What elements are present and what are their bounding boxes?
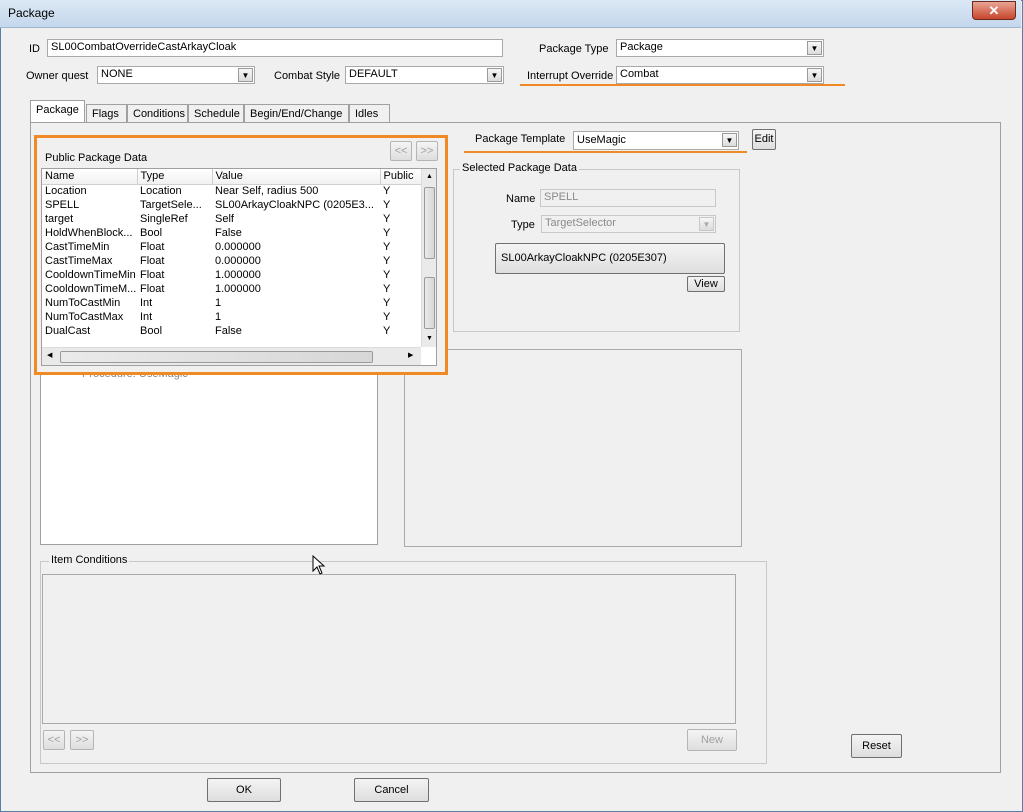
new-condition-button[interactable]: New	[687, 729, 737, 751]
chevron-down-icon: ▼	[807, 68, 822, 82]
cancel-button[interactable]: Cancel	[354, 778, 429, 802]
chevron-down-icon: ▼	[699, 217, 714, 231]
item-conditions-next-button[interactable]: >>	[70, 730, 94, 750]
interrupt-override-highlight	[520, 84, 845, 86]
selected-package-data-title: Selected Package Data	[460, 162, 579, 174]
chevron-down-icon: ▼	[487, 68, 502, 82]
owner-quest-value: NONE	[101, 68, 133, 80]
chevron-down-icon: ▼	[238, 68, 253, 82]
owner-quest-select[interactable]: NONE ▼	[97, 66, 255, 84]
tab-flags[interactable]: Flags	[86, 104, 127, 124]
view-button[interactable]: View	[687, 276, 725, 292]
combat-style-select[interactable]: DEFAULT ▼	[345, 66, 504, 84]
selected-name-label: Name	[506, 193, 536, 205]
tab-package[interactable]: Package	[30, 100, 85, 123]
tab-begin-end-change[interactable]: Begin/End/Change	[244, 104, 349, 124]
item-conditions-title: Item Conditions	[49, 554, 130, 566]
chevron-down-icon: ▼	[722, 133, 737, 147]
selected-name-field[interactable]: SPELL	[540, 189, 716, 207]
public-data-highlight	[34, 135, 448, 375]
id-field[interactable]: SL00CombatOverrideCastArkayCloak	[47, 39, 503, 57]
owner-quest-label: Owner quest	[26, 70, 89, 82]
mouse-cursor-icon	[312, 555, 326, 575]
interrupt-override-value: Combat	[620, 68, 659, 80]
tab-schedule[interactable]: Schedule	[188, 104, 244, 124]
package-type-label: Package Type	[539, 43, 609, 55]
edit-template-button[interactable]: Edit	[752, 129, 776, 150]
interrupt-override-select[interactable]: Combat ▼	[616, 66, 824, 84]
interrupt-override-label: Interrupt Override	[527, 70, 614, 82]
window-title: Package	[8, 6, 55, 20]
procedure-detail-panel	[404, 349, 742, 547]
item-conditions-prev-button[interactable]: <<	[43, 730, 65, 750]
item-conditions-list[interactable]	[42, 574, 736, 724]
ok-button[interactable]: OK	[207, 778, 281, 802]
package-template-highlight	[464, 151, 747, 153]
combat-style-value: DEFAULT	[349, 68, 398, 80]
close-button[interactable]: ✕	[972, 1, 1016, 20]
tab-conditions[interactable]: Conditions	[127, 104, 188, 124]
reset-button[interactable]: Reset	[851, 734, 902, 758]
package-template-select[interactable]: UseMagic ▼	[573, 131, 739, 150]
title-bar[interactable]	[0, 0, 1021, 28]
tab-idles[interactable]: Idles	[349, 104, 390, 124]
package-type-value: Package	[620, 41, 663, 53]
package-template-value: UseMagic	[577, 134, 626, 146]
chevron-down-icon: ▼	[807, 41, 822, 55]
combat-style-label: Combat Style	[274, 70, 341, 82]
selected-type-select[interactable]: TargetSelector ▼	[541, 215, 716, 233]
selected-type-label: Type	[511, 219, 535, 231]
selected-type-value: TargetSelector	[545, 217, 616, 229]
package-template-label: Package Template	[475, 133, 566, 145]
selected-spell-button[interactable]: SL00ArkayCloakNPC (0205E307)	[495, 243, 725, 274]
id-label: ID	[29, 43, 40, 55]
package-type-select[interactable]: Package ▼	[616, 39, 824, 57]
